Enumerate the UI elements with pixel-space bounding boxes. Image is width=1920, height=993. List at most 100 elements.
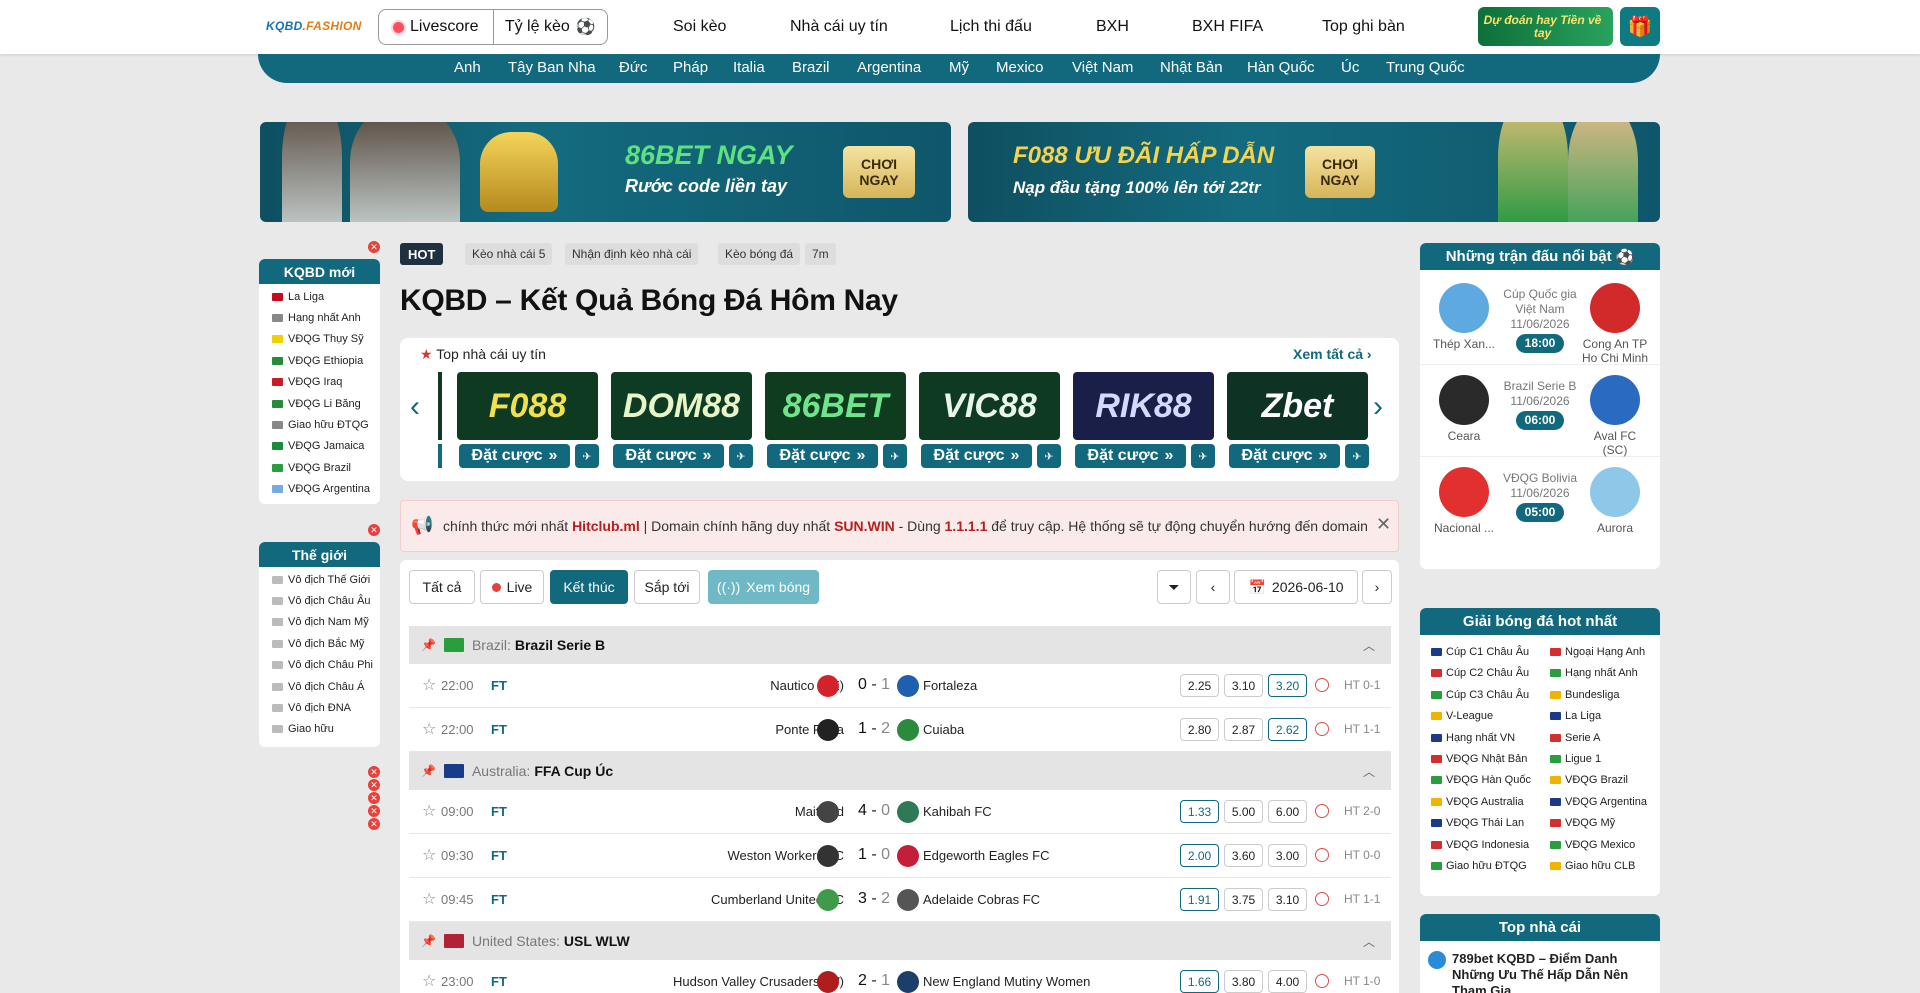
top-bookie-item[interactable]: 789bet KQBD – Điểm Danh Những Ưu Thế Hấp… <box>1420 941 1660 993</box>
telegram-icon[interactable]: ✈ <box>575 444 599 468</box>
collapse-chevron-icon[interactable]: ︿ <box>1363 637 1375 654</box>
odds-value[interactable]: 3.10 <box>1268 888 1307 911</box>
tag-item[interactable]: Kèo bóng đá <box>718 243 801 265</box>
close-icon[interactable]: ✕ <box>368 241 380 253</box>
close-icon[interactable]: ✕ <box>368 524 380 536</box>
odds-value[interactable]: 2.62 <box>1268 718 1307 741</box>
bet-button[interactable]: Đặt cược » <box>1229 444 1340 468</box>
nav-item[interactable]: Lịch thi đấu <box>950 18 1032 36</box>
sidebar-item[interactable]: VĐQG Thụy Sỹ <box>259 329 380 350</box>
hot-league-item[interactable]: Hạng nhất VN <box>1431 732 1515 744</box>
sidebar-item[interactable]: VĐQG Li Băng <box>259 393 380 414</box>
bet-button[interactable]: Đặt cược » <box>767 444 878 468</box>
match-row[interactable]: ☆ 09:30 FT Weston Workers FC 1 - 0 Edgeworth … <box>409 834 1391 878</box>
sidebar-item[interactable]: Hạng nhất Anh <box>259 307 380 328</box>
nav-item[interactable]: BXH <box>1096 18 1129 36</box>
stats-icon[interactable] <box>1315 974 1329 988</box>
league-name[interactable]: Brazil Serie B <box>515 637 605 653</box>
bookmaker-logo[interactable]: 86BET <box>765 372 906 440</box>
league-link[interactable]: Mỹ <box>949 59 969 76</box>
stats-icon[interactable] <box>1315 722 1329 736</box>
sidebar-item[interactable]: Vô địch Thế Giới <box>259 569 380 590</box>
sidebar-item[interactable]: Giao hữu <box>259 719 380 740</box>
close-notice-icon[interactable]: ✕ <box>1376 514 1391 535</box>
bet-button[interactable]: Đặt cược » <box>921 444 1032 468</box>
league-link[interactable]: Tây Ban Nha <box>508 59 596 76</box>
banner-play-button[interactable]: CHƠI NGAY <box>1305 146 1375 198</box>
close-icon[interactable]: ✕ <box>368 779 380 791</box>
league-link[interactable]: Hàn Quốc <box>1247 59 1315 76</box>
filter-upcoming-button[interactable]: Sắp tới <box>634 570 700 604</box>
notice-link[interactable]: SUN.WIN <box>834 518 895 534</box>
bookmaker-logo[interactable]: RIK88 <box>1073 372 1214 440</box>
match-row[interactable]: ☆ 09:45 FT Cumberland United FC 3 - 2 Adelaid… <box>409 878 1391 922</box>
tag-item[interactable]: Kèo nhà cái 5 <box>465 243 553 265</box>
odds-value[interactable]: 3.10 <box>1224 674 1263 697</box>
odds-value[interactable]: 2.80 <box>1180 718 1219 741</box>
match-row[interactable]: ☆ 22:00 FT Nautico (PE) 0 - 1 Fortaleza 2.25 3.… <box>409 664 1391 708</box>
league-name[interactable]: FFA Cup Úc <box>534 763 613 779</box>
nav-item[interactable]: Nhà cái uy tín <box>790 18 888 36</box>
featured-match[interactable]: Ceara Brazil Serie B 11/06/2026 06:00 Aval F… <box>1420 365 1660 457</box>
sidebar-item[interactable]: VĐQG Ethiopia <box>259 350 380 371</box>
league-link[interactable]: Trung Quốc <box>1386 59 1465 76</box>
bet-button[interactable]: Đặt cược » <box>613 444 724 468</box>
odds-value[interactable]: 3.00 <box>1268 844 1307 867</box>
hot-league-item[interactable]: VĐQG Argentina <box>1550 796 1647 808</box>
nav-item[interactable]: Soi kèo <box>673 18 726 36</box>
odds-value[interactable]: 3.80 <box>1224 970 1263 993</box>
away-team[interactable]: Adelaide Cobras FC <box>923 892 1040 907</box>
league-link[interactable]: Đức <box>619 59 647 76</box>
bookmaker-logo[interactable]: Zbet <box>1227 372 1368 440</box>
favorite-star-icon[interactable]: ☆ <box>422 971 436 991</box>
sidebar-item[interactable]: VĐQG Argentina <box>259 479 380 500</box>
favorite-star-icon[interactable]: ☆ <box>422 801 436 821</box>
hot-league-item[interactable]: La Liga <box>1550 710 1601 722</box>
sidebar-item[interactable]: Vô địch Bắc Mỹ <box>259 633 380 654</box>
favorite-star-icon[interactable]: ☆ <box>422 719 436 739</box>
telegram-icon[interactable]: ✈ <box>883 444 907 468</box>
hot-league-item[interactable]: VĐQG Mexico <box>1550 839 1635 851</box>
see-all-link[interactable]: Xem tất cả › <box>1293 346 1372 362</box>
odds-value[interactable]: 3.75 <box>1224 888 1263 911</box>
odds-value[interactable]: 1.33 <box>1180 800 1219 823</box>
league-link[interactable]: Việt Nam <box>1072 59 1133 76</box>
watch-football-button[interactable]: ((·)) Xem bóng <box>708 570 819 604</box>
banner-f088[interactable]: F088 ƯU ĐÃI HẤP DẪN Nạp đầu tặng 100% lê… <box>968 122 1660 222</box>
hot-tag[interactable]: HOT <box>400 243 444 265</box>
collapse-chevron-icon[interactable]: ︿ <box>1363 763 1375 780</box>
league-group-header[interactable]: 📌 Australia: FFA Cup Úc ︿ <box>409 752 1391 790</box>
predict-promo-button[interactable]: Dự đoán hay Tiền về tay <box>1478 7 1613 46</box>
bet-button[interactable]: Đặt cược » <box>1075 444 1186 468</box>
hot-league-item[interactable]: Giao hữu CLB <box>1550 860 1635 872</box>
away-team[interactable]: Cuiaba <box>923 722 964 737</box>
bookmaker-logo[interactable]: F088 <box>457 372 598 440</box>
hot-league-item[interactable]: Giao hữu ĐTQG <box>1431 860 1527 872</box>
hot-league-item[interactable]: Ngoại Hạng Anh <box>1550 646 1645 658</box>
league-group-header[interactable]: 📌 Brazil: Brazil Serie B ︿ <box>409 626 1391 664</box>
away-team[interactable]: Edgeworth Eagles FC <box>923 848 1049 863</box>
bet-button[interactable]: Đặt cược » <box>459 444 570 468</box>
telegram-icon[interactable]: ✈ <box>1345 444 1369 468</box>
pin-icon[interactable]: 📌 <box>421 934 436 948</box>
sidebar-item[interactable]: Vô địch Châu Phi <box>259 655 380 676</box>
away-team[interactable]: Fortaleza <box>923 678 977 693</box>
sidebar-item[interactable]: Vô địch Châu Á <box>259 676 380 697</box>
favorite-star-icon[interactable]: ☆ <box>422 845 436 865</box>
odds-value[interactable]: 6.00 <box>1268 800 1307 823</box>
nav-item[interactable]: Top ghi bàn <box>1322 18 1405 36</box>
featured-match[interactable]: Thép Xan... Cúp Quốc gia Việt Nam 11/06/20… <box>1420 273 1660 365</box>
sidebar-item[interactable]: Vô địch ĐNA <box>259 697 380 718</box>
tag-item[interactable]: 7m <box>805 243 836 265</box>
odds-value[interactable]: 2.87 <box>1224 718 1263 741</box>
hot-league-item[interactable]: Bundesliga <box>1550 689 1619 701</box>
telegram-icon[interactable]: ✈ <box>1191 444 1215 468</box>
bookmaker-logo[interactable]: DOM88 <box>611 372 752 440</box>
odds-value[interactable]: 2.25 <box>1180 674 1219 697</box>
league-link[interactable]: Italia <box>733 59 765 76</box>
league-link[interactable]: Nhật Bản <box>1160 59 1223 76</box>
carousel-next-icon[interactable]: › <box>1373 390 1383 424</box>
telegram-icon[interactable]: ✈ <box>729 444 753 468</box>
banner-86bet[interactable]: 86BET NGAY Rước code liền tay CHƠI NGAY <box>260 122 951 222</box>
favorite-star-icon[interactable]: ☆ <box>422 675 436 695</box>
